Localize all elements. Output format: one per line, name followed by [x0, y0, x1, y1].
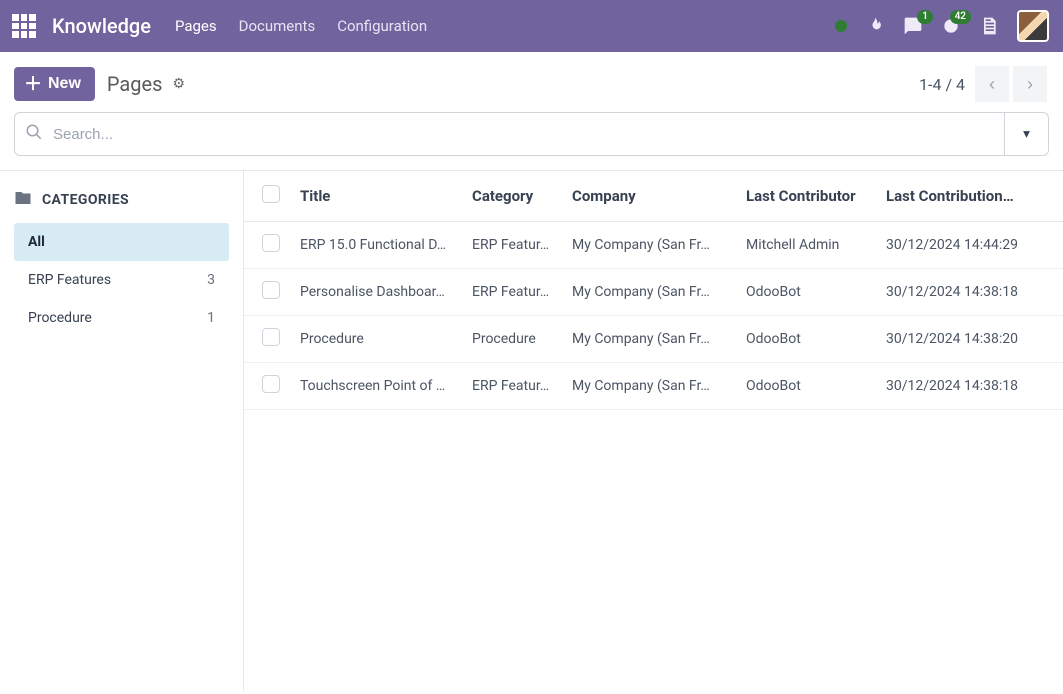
notes-icon[interactable] [979, 16, 999, 36]
select-all-checkbox[interactable] [262, 185, 280, 203]
search-options-button[interactable]: ▾ [1005, 112, 1049, 156]
cell-company: My Company (San Fr… [562, 363, 736, 410]
status-dot-icon [835, 20, 847, 32]
cell-date: 30/12/2024 14:44:29 [876, 222, 1063, 269]
folder-icon [14, 189, 32, 211]
main-content: CATEGORIES All ERP Features 3 Procedure … [0, 170, 1063, 691]
nav-link-documents[interactable]: Documents [237, 11, 318, 41]
nav-link-configuration[interactable]: Configuration [335, 11, 429, 41]
table-row[interactable]: Touchscreen Point of …ERP Featur…My Comp… [244, 363, 1063, 410]
header-company[interactable]: Company [562, 171, 736, 222]
search-row: ▾ [0, 112, 1063, 170]
new-button[interactable]: ＋ New [14, 67, 95, 101]
breadcrumb: Pages [107, 72, 163, 96]
row-checkbox-cell [244, 363, 290, 410]
row-checkbox-cell [244, 222, 290, 269]
row-checkbox[interactable] [262, 234, 280, 252]
category-item-all[interactable]: All [14, 223, 229, 261]
nav-link-pages[interactable]: Pages [173, 11, 219, 41]
cell-category: ERP Featur… [462, 363, 562, 410]
plus-icon: ＋ [24, 80, 42, 89]
table-row[interactable]: ERP 15.0 Functional D…ERP Featur…My Comp… [244, 222, 1063, 269]
cell-company: My Company (San Fr… [562, 269, 736, 316]
category-label: All [28, 234, 45, 250]
records-table: Title Category Company Last Contributor … [244, 171, 1063, 410]
cell-date: 30/12/2024 14:38:20 [876, 316, 1063, 363]
header-contributor[interactable]: Last Contributor [736, 171, 876, 222]
cell-category: Procedure [462, 316, 562, 363]
table-row[interactable]: Personalise Dashboar…ERP Featur…My Compa… [244, 269, 1063, 316]
brand-title: Knowledge [52, 14, 151, 38]
activity-badge: 42 [950, 10, 971, 24]
cell-contributor: OdooBot [736, 269, 876, 316]
row-checkbox[interactable] [262, 328, 280, 346]
pager-count[interactable]: 1-4 / 4 [919, 75, 965, 94]
messages-badge: 1 [917, 10, 933, 24]
chevron-left-icon: ‹ [989, 74, 995, 95]
cell-date: 30/12/2024 14:38:18 [876, 363, 1063, 410]
categories-header-label: CATEGORIES [42, 192, 129, 208]
search-input[interactable] [53, 126, 994, 143]
chevron-right-icon: › [1027, 74, 1033, 95]
cell-contributor: OdooBot [736, 316, 876, 363]
list-view: Title Category Company Last Contributor … [244, 171, 1063, 691]
category-item-procedure[interactable]: Procedure 1 [14, 299, 229, 337]
fire-icon[interactable] [865, 16, 885, 36]
category-label: ERP Features [28, 272, 111, 288]
search-icon [25, 123, 43, 145]
header-date[interactable]: Last Contribution… [876, 171, 1063, 222]
nav-links: Pages Documents Configuration [173, 11, 429, 41]
header-checkbox-cell [244, 171, 290, 222]
activity-icon[interactable]: 42 [941, 16, 961, 36]
row-checkbox[interactable] [262, 281, 280, 299]
cell-category: ERP Featur… [462, 269, 562, 316]
pager-next-button[interactable]: › [1013, 66, 1047, 102]
pager-prev-button[interactable]: ‹ [975, 66, 1009, 102]
messages-icon[interactable]: 1 [903, 16, 923, 36]
categories-header: CATEGORIES [14, 189, 229, 211]
cell-title: ERP 15.0 Functional D… [290, 222, 462, 269]
header-category[interactable]: Category [462, 171, 562, 222]
cell-title: Touchscreen Point of … [290, 363, 462, 410]
row-checkbox[interactable] [262, 375, 280, 393]
category-count: 1 [207, 310, 215, 326]
cell-category: ERP Featur… [462, 222, 562, 269]
caret-down-icon: ▾ [1023, 126, 1030, 142]
cell-contributor: Mitchell Admin [736, 222, 876, 269]
row-checkbox-cell [244, 269, 290, 316]
category-label: Procedure [28, 310, 92, 326]
avatar[interactable] [1017, 10, 1049, 42]
cell-company: My Company (San Fr… [562, 316, 736, 363]
control-bar: ＋ New Pages ⚙ 1-4 / 4 ‹ › [0, 52, 1063, 112]
cell-title: Procedure [290, 316, 462, 363]
system-tray: 1 42 [835, 10, 1049, 42]
cell-company: My Company (San Fr… [562, 222, 736, 269]
new-button-label: New [48, 75, 81, 93]
row-checkbox-cell [244, 316, 290, 363]
gear-icon[interactable]: ⚙ [172, 76, 185, 92]
apps-launcher-icon[interactable] [12, 14, 36, 38]
header-title[interactable]: Title [290, 171, 462, 222]
sidebar: CATEGORIES All ERP Features 3 Procedure … [0, 171, 244, 691]
top-nav: Knowledge Pages Documents Configuration … [0, 0, 1063, 52]
cell-title: Personalise Dashboar… [290, 269, 462, 316]
cell-contributor: OdooBot [736, 363, 876, 410]
category-count: 3 [207, 272, 215, 288]
table-row[interactable]: ProcedureProcedureMy Company (San Fr…Odo… [244, 316, 1063, 363]
pager-buttons: ‹ › [975, 66, 1047, 102]
search-box [14, 112, 1005, 156]
table-header-row: Title Category Company Last Contributor … [244, 171, 1063, 222]
category-item-erp[interactable]: ERP Features 3 [14, 261, 229, 299]
cell-date: 30/12/2024 14:38:18 [876, 269, 1063, 316]
